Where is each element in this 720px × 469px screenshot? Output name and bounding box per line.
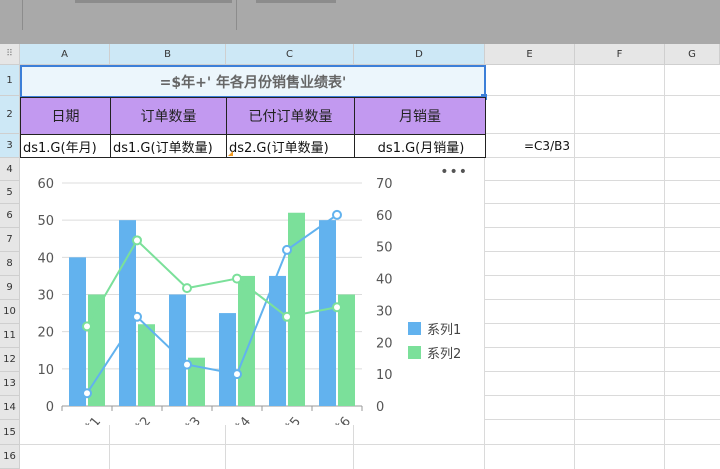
header-monthly-sales[interactable]: 月销量 [354,97,486,135]
grid-line [664,65,665,469]
y-right-tick-label: 30 [376,304,393,319]
row-header-3[interactable]: 3 [0,134,20,158]
row-header-8[interactable]: 8 [0,252,20,276]
y-tick-label: 20 [37,326,54,341]
bar [288,212,305,406]
cell-a3[interactable]: ds1.G(年月) [20,134,111,158]
grid-line [574,65,575,469]
y-right-tick-label: 40 [376,273,393,288]
y-tick-label: 60 [37,177,54,192]
x-tick-label: 分类5 [271,414,305,425]
column-header-f[interactable]: F [575,44,665,65]
title-cell[interactable]: =$年+' 年各月份销售业绩表' [20,65,486,98]
toolbar-divider [22,0,23,30]
combo-chart: 0 10 20 30 40 50 60 0 10 20 30 40 50 60 70 分类1 分类2 分类3 分类4… [37,177,393,450]
cell-d3[interactable]: ds1.G(月销量) [354,134,486,158]
row-header-5[interactable]: 5 [0,181,20,204]
toolbar-divider [236,0,237,30]
bar [238,275,255,406]
cell-b3[interactable]: ds1.G(订单数量) [110,134,227,158]
bar [319,220,336,406]
line-point [282,311,292,322]
line-point [132,311,142,322]
y-right-tick-label: 0 [376,400,384,415]
row-header-9[interactable]: 9 [0,276,20,300]
row-header-12[interactable]: 12 [0,348,20,372]
line-point [82,321,92,332]
column-header-b[interactable]: B [110,44,226,65]
bar [219,313,236,406]
row-header-13[interactable]: 13 [0,372,20,396]
row-header-15[interactable]: 15 [0,420,20,445]
legend-item[interactable]: 系列1 [408,316,461,340]
x-tick-label: 分类4 [221,414,255,425]
bar [69,257,86,406]
line-point [182,359,192,370]
row-header-4[interactable]: 4 [0,158,20,181]
x-tick-label: 分类2 [121,414,155,425]
row-header-11[interactable]: 11 [0,324,20,348]
row-header-1[interactable]: 1 [0,65,20,96]
legend-label: 系列2 [427,346,462,362]
y-right-tick-label: 50 [376,241,393,256]
line-point [232,273,242,284]
line-point [332,302,342,313]
toolbar-tab-indicator [256,0,336,3]
row-header-16[interactable]: 16 [0,445,20,469]
legend-label: 系列1 [427,322,462,338]
y-tick-label: 0 [46,400,54,415]
line-point [132,235,142,246]
chart-legend: 系列1 系列2 [408,316,461,364]
row-header-7[interactable]: 7 [0,228,20,252]
select-all-corner[interactable]: ⠿ [0,44,20,65]
grid-line [20,444,720,445]
cell-e3[interactable]: =C3/B3 [520,134,580,158]
column-header-c[interactable]: C [226,44,354,65]
legend-item[interactable]: 系列2 [408,340,461,364]
line-point [282,244,292,255]
column-header-d[interactable]: D [354,44,485,65]
column-header-a[interactable]: A [20,44,110,65]
y-right-tick-label: 60 [376,209,393,224]
cell-c3[interactable]: ds2.G(订单数量) [226,134,355,158]
column-header-e[interactable]: E [485,44,575,65]
bar [138,324,155,406]
line-point [82,388,92,399]
x-tick-label: 分类3 [171,414,205,425]
x-tick-label: 分类6 [321,414,355,425]
y-right-tick-label: 20 [376,336,393,351]
y-tick-label: 50 [37,214,54,229]
chart-more-menu-icon[interactable]: ••• [440,164,468,180]
bar [269,275,286,406]
y-tick-label: 10 [37,363,54,378]
cell-marker-icon [228,151,233,156]
row-header-6[interactable]: 6 [0,204,20,228]
line-point [332,209,342,220]
row-header-14[interactable]: 14 [0,396,20,420]
y-right-tick-label: 70 [376,177,393,192]
x-tick-label: 分类1 [71,414,105,425]
header-date[interactable]: 日期 [20,97,111,135]
row-header-2[interactable]: 2 [0,96,20,134]
chart-widget[interactable]: 0 10 20 30 40 50 60 0 10 20 30 40 50 60 70 分类1 分类2 分类3 分类4… [20,158,484,450]
row-header-10[interactable]: 10 [0,300,20,324]
y-tick-label: 30 [37,289,54,304]
ribbon-toolbar [0,0,720,44]
column-header-g[interactable]: G [665,44,720,65]
toolbar-tab-indicator [75,0,232,3]
header-order-count[interactable]: 订单数量 [110,97,227,135]
legend-swatch [408,345,421,359]
y-tick-label: 40 [37,251,54,266]
line-point [232,369,242,380]
line-point [182,283,192,294]
legend-swatch [408,321,421,335]
y-right-tick-label: 10 [376,368,393,383]
bar [338,294,355,406]
header-paid-count[interactable]: 已付订单数量 [226,97,355,135]
